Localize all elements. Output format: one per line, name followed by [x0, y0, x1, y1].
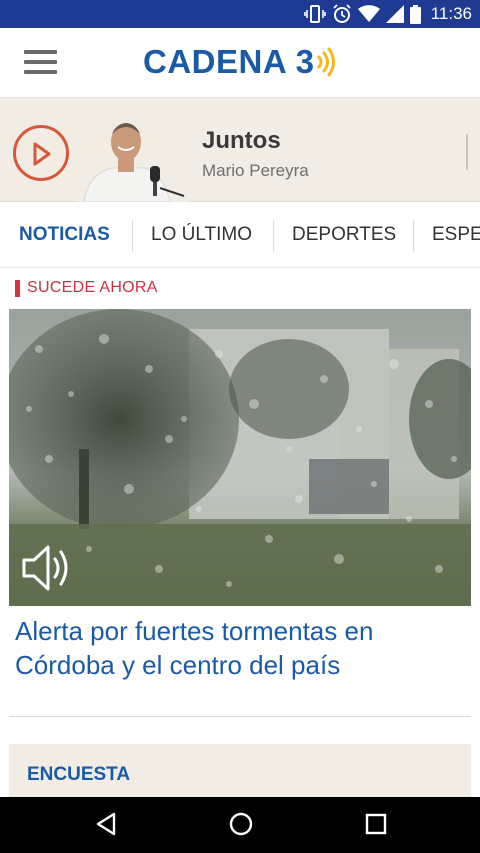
tab-especiales[interactable]: ESPE: [432, 202, 480, 267]
now-playing-bar[interactable]: Juntos Mario Pereyra: [0, 98, 480, 202]
section-marker: [15, 279, 20, 297]
radio-waves-icon: [317, 47, 336, 77]
vibrate-icon: [303, 5, 326, 23]
rain-window-photo: [9, 309, 471, 606]
poll-title: ENCUESTA: [27, 764, 131, 785]
recents-icon[interactable]: [364, 811, 388, 842]
wifi-icon: [357, 5, 380, 23]
app-header: CADENA 3: [0, 28, 480, 98]
hero-image[interactable]: [9, 309, 471, 606]
back-icon[interactable]: [94, 811, 118, 842]
content-divider: [9, 716, 471, 717]
play-icon[interactable]: [13, 125, 69, 181]
alarm-icon: [332, 4, 352, 24]
logo-text: CADENA 3: [143, 43, 315, 80]
player-divider: [466, 134, 468, 170]
status-time: 11:36: [430, 4, 472, 23]
speaker-icon[interactable]: [21, 543, 73, 598]
host-photo: [78, 116, 190, 202]
article-headline[interactable]: Alerta por fuertes tormentas en Córdoba …: [15, 614, 465, 682]
tab-noticias[interactable]: NOTICIAS: [19, 202, 110, 267]
tab-separator: [413, 220, 414, 252]
category-tabs: NOTICIAS LO ÚLTIMO DEPORTES ESPE: [0, 202, 480, 268]
hamburger-menu-icon[interactable]: [24, 50, 58, 76]
program-title: Juntos: [202, 127, 281, 154]
tab-lo-ultimo[interactable]: LO ÚLTIMO: [151, 202, 252, 267]
battery-icon: [409, 4, 421, 24]
home-icon[interactable]: [228, 811, 254, 842]
system-nav-bar: [0, 797, 480, 853]
tab-deportes[interactable]: DEPORTES: [292, 202, 396, 267]
section-label: SUCEDE AHORA: [15, 278, 158, 298]
cadena3-logo[interactable]: CADENA 3: [143, 42, 336, 82]
status-icons: 11:36: [303, 4, 472, 24]
section-title: SUCEDE AHORA: [27, 279, 158, 296]
poll-card[interactable]: ENCUESTA: [9, 744, 471, 804]
tab-separator: [132, 220, 133, 252]
program-host: Mario Pereyra: [202, 161, 309, 180]
signal-icon: [385, 5, 404, 23]
status-bar: 11:36: [0, 0, 480, 28]
tab-separator: [273, 220, 274, 252]
